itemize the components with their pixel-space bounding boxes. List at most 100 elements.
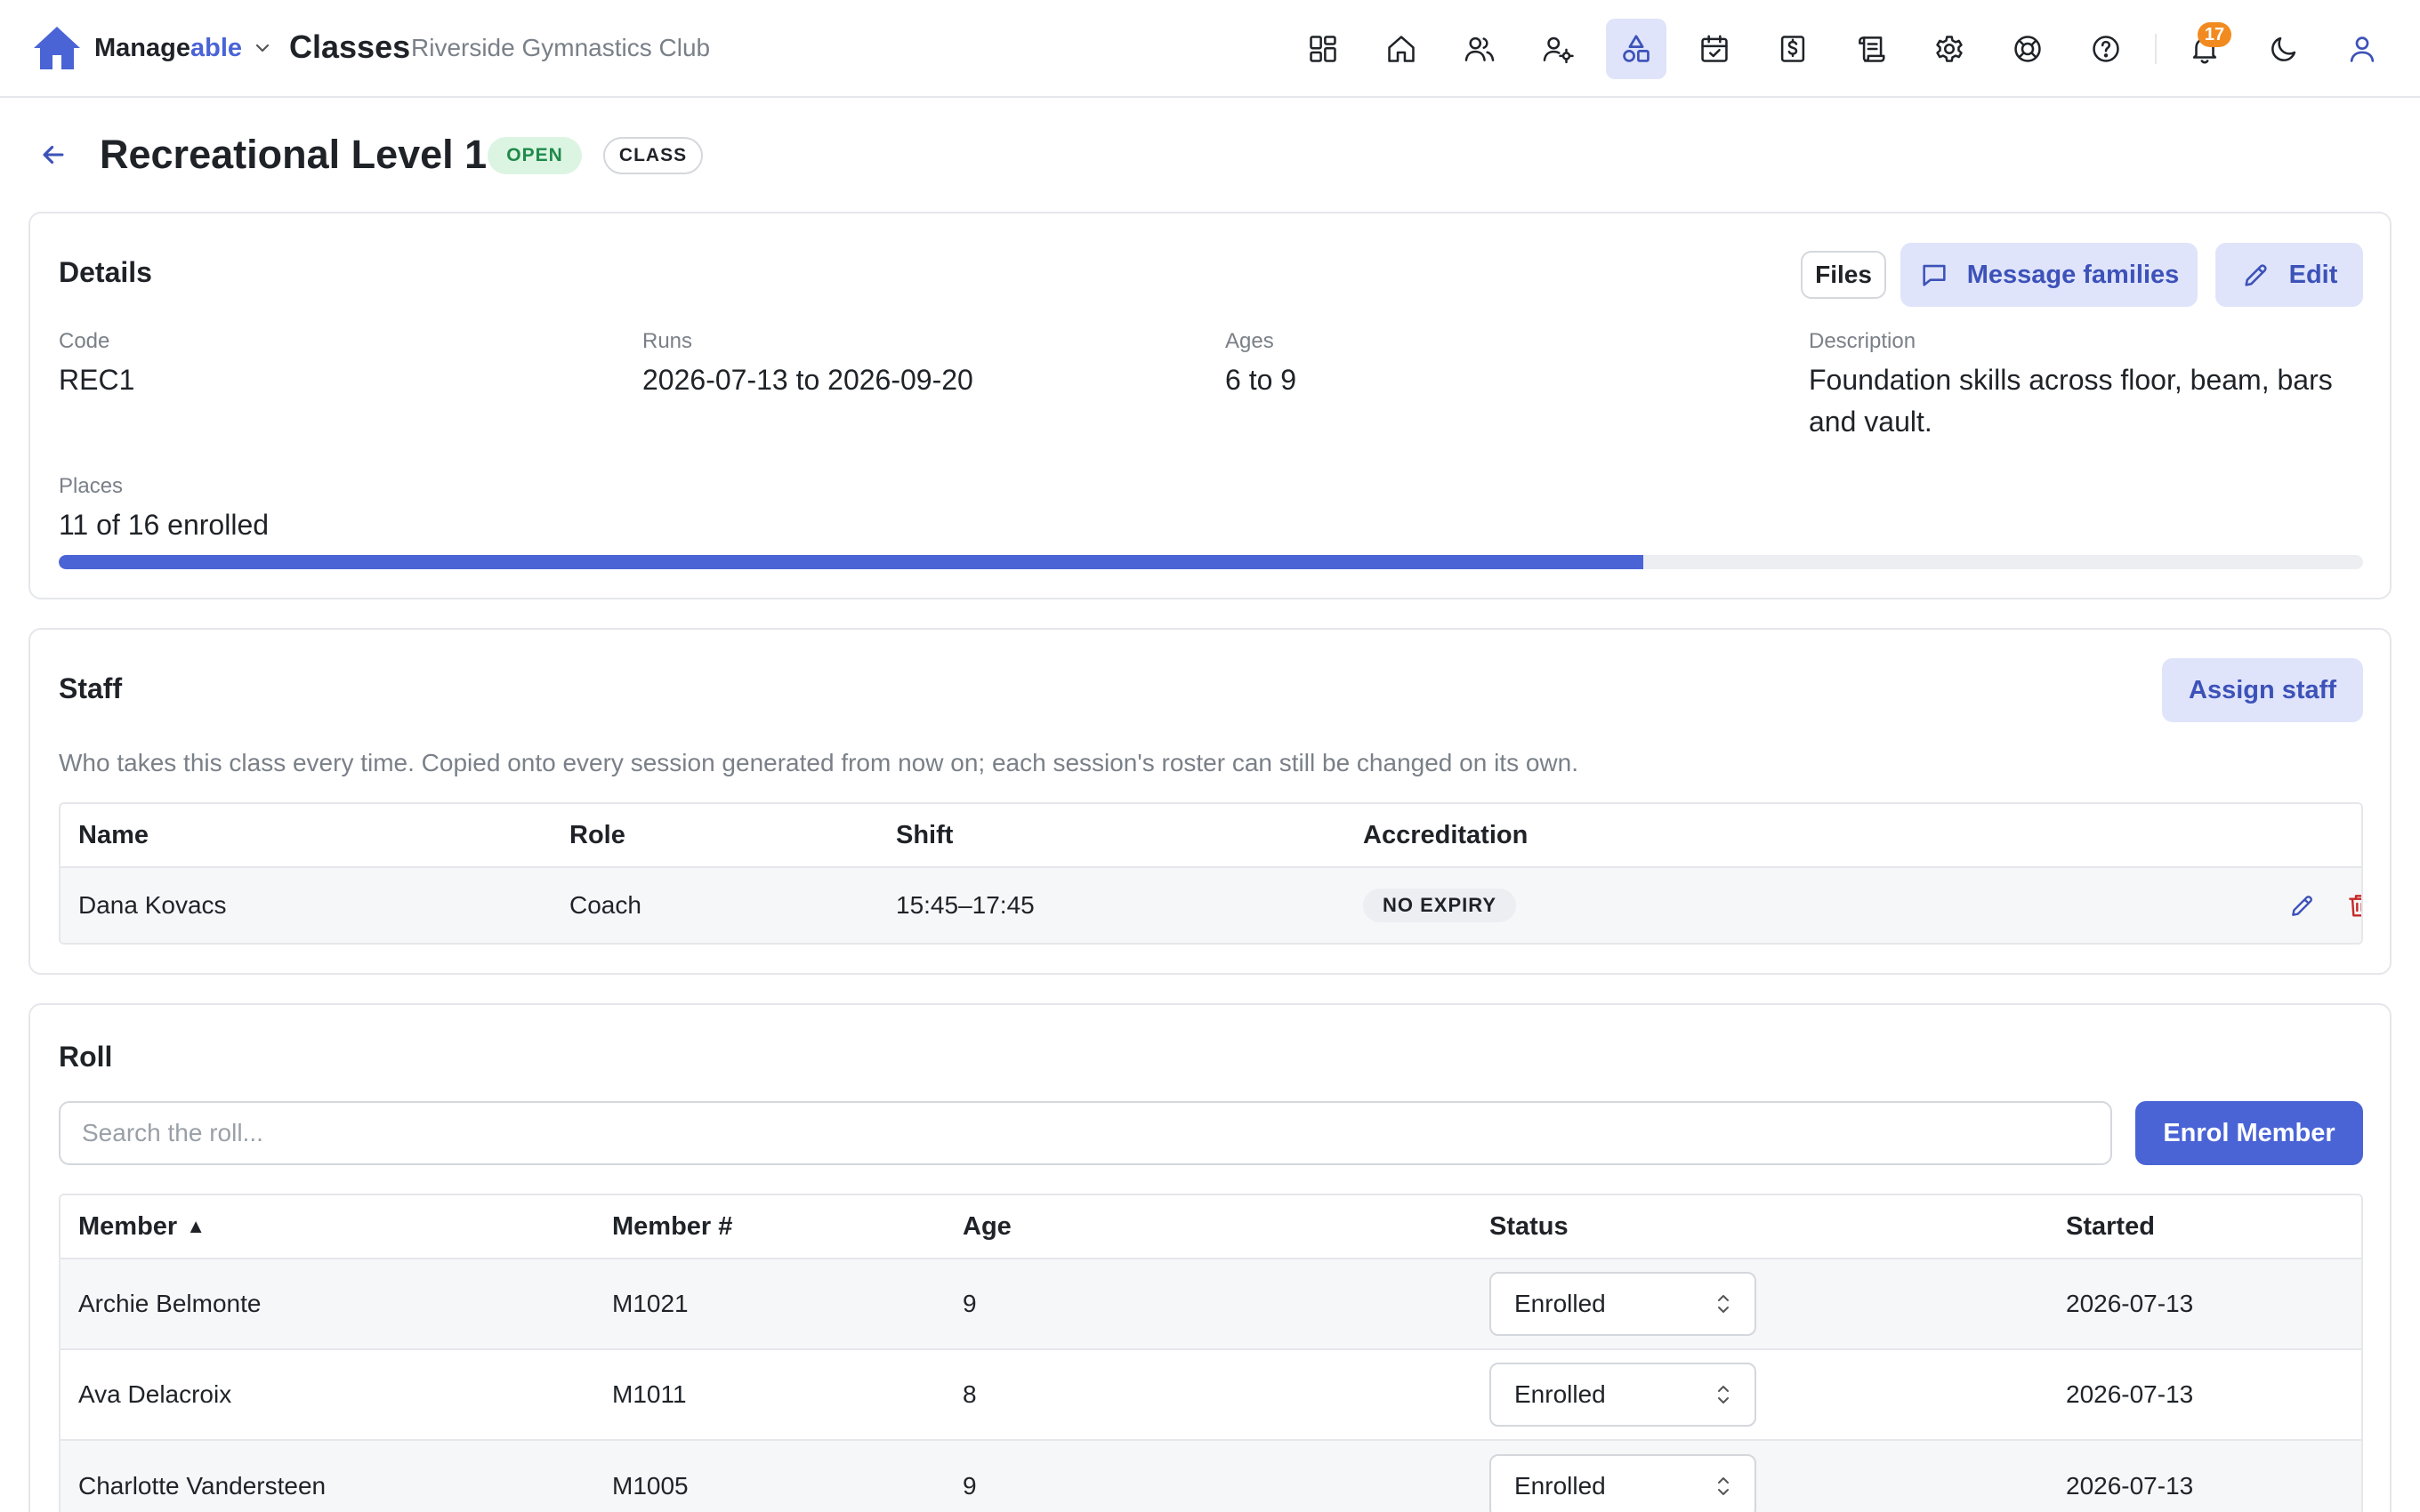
chevron-up-down-icon [1718, 1477, 1729, 1495]
message-families-button[interactable]: Message families [1900, 243, 2198, 307]
ages-value: 6 to 9 [1225, 364, 1297, 396]
column-header-member-number[interactable]: Member # [612, 1195, 732, 1258]
description-label: Description [1809, 329, 1916, 353]
profile-icon [2350, 36, 2375, 62]
support-icon [2014, 36, 2041, 62]
trash-icon [2349, 895, 2361, 917]
staff-card: Staff Assign staff Who takes this class … [28, 628, 2392, 975]
page-title: Classes [289, 28, 411, 65]
classes-icon [1623, 35, 1650, 62]
pencil-icon [2245, 264, 2267, 286]
column-header-name: Name [78, 820, 149, 849]
accreditation-cell: NO EXPIRY [1363, 868, 1516, 943]
nav-profile[interactable] [2332, 19, 2392, 79]
status-select[interactable]: Enrolled [1489, 1454, 1756, 1512]
status-cell: Enrolled [1489, 1259, 1756, 1348]
nav-settings[interactable] [1919, 19, 1980, 79]
places-label: Places [59, 474, 124, 498]
staff-name: Dana Kovacs [78, 891, 227, 919]
code-label: Code [59, 329, 110, 353]
settings-icon [1936, 36, 1963, 62]
staff-role: Coach [569, 891, 641, 919]
nav-records[interactable] [1841, 19, 1901, 79]
column-header-shift: Shift [896, 820, 954, 849]
nav-billing[interactable] [1763, 19, 1823, 79]
column-header-member-label: Member [78, 1211, 178, 1241]
roll-heading: Roll [59, 1041, 113, 1073]
member-name: Charlotte Vandersteen [78, 1472, 327, 1500]
member-number: M1011 [612, 1380, 687, 1408]
status-select[interactable]: Enrolled [1489, 1363, 1756, 1427]
nav-divider [2155, 34, 2157, 64]
column-header-status[interactable]: Status [1489, 1195, 1569, 1258]
status-cell: Enrolled [1489, 1350, 1756, 1439]
details-card: Details Files Message families Edit Code… [28, 212, 2392, 599]
places-value: 11 of 16 enrolled [59, 509, 270, 541]
nav-notifications[interactable]: 17 [2174, 19, 2235, 79]
nav-dashboard[interactable] [1293, 19, 1353, 79]
chevron-up-down-icon [1718, 1295, 1729, 1313]
edit-class-button[interactable]: Edit [2215, 243, 2363, 307]
nav-calendar[interactable] [1684, 19, 1745, 79]
status-value: Enrolled [1514, 1380, 1606, 1408]
status-badge: OPEN [488, 137, 582, 174]
home-logo-icon [34, 27, 80, 69]
column-header-member[interactable]: Member ▲ [78, 1195, 206, 1258]
roll-table: Member ▲ Member # Age Status Started Arc… [59, 1194, 2363, 1512]
top-bar: Manageable Classes Riverside Gymnastics … [0, 0, 2420, 98]
runs-label: Runs [642, 329, 693, 353]
calendar-check-icon [1701, 35, 1728, 62]
column-header-role: Role [569, 820, 625, 849]
started-date: 2026-07-13 [2066, 1380, 2194, 1408]
assign-staff-button[interactable]: Assign staff [2162, 658, 2363, 722]
places-progress-bar [59, 555, 2363, 569]
message-icon [1923, 264, 1946, 286]
help-icon [2093, 36, 2119, 62]
status-select[interactable]: Enrolled [1489, 1272, 1756, 1336]
brand-name: Manageable [94, 33, 243, 62]
remove-staff-button[interactable] [2342, 888, 2361, 923]
column-header-started[interactable]: Started [2066, 1195, 2155, 1258]
member-age: 9 [963, 1290, 977, 1317]
details-heading: Details [59, 256, 152, 288]
arrow-left-icon [43, 145, 64, 165]
nav-staff[interactable] [1528, 19, 1588, 79]
staff-table: Name Role Shift Accreditation Dana Kovac… [59, 802, 2363, 945]
notification-count-badge: 17 [2198, 22, 2231, 47]
accreditation-badge: NO EXPIRY [1363, 889, 1516, 922]
organization-name: Riverside Gymnastics Club [411, 34, 711, 61]
enrol-member-button[interactable]: Enrol Member [2135, 1101, 2363, 1165]
table-row: Ava Delacroix M1011 8 Enrolled 2026-07-1… [60, 1350, 2361, 1441]
table-row: Archie Belmonte M1021 9 Enrolled 2026-07… [60, 1259, 2361, 1350]
brand-switcher[interactable]: Manageable [32, 23, 272, 73]
column-header-accreditation: Accreditation [1363, 820, 1529, 849]
edit-staff-button[interactable] [2285, 888, 2320, 923]
nav-support[interactable] [1997, 19, 2058, 79]
moon-icon [2271, 36, 2296, 61]
places-progress-fill [59, 555, 1643, 569]
member-age: 9 [963, 1472, 977, 1500]
edit-label: Edit [2288, 260, 2338, 289]
back-button[interactable] [36, 137, 71, 173]
nav-theme-toggle[interactable] [2254, 19, 2314, 79]
staff-shift: 15:45–17:45 [896, 891, 1035, 919]
chevron-up-down-icon [1718, 1386, 1729, 1403]
nav-home[interactable] [1371, 19, 1432, 79]
table-row: Charlotte Vandersteen M1005 9 Enrolled 2… [60, 1441, 2361, 1512]
nav-classes[interactable] [1606, 19, 1666, 79]
runs-value: 2026-07-13 to 2026-09-20 [642, 364, 973, 396]
message-families-label: Message families [1966, 260, 2180, 289]
nav-help[interactable] [2076, 19, 2136, 79]
nav-people[interactable] [1449, 19, 1510, 79]
table-row: Dana Kovacs Coach 15:45–17:45 NO EXPIRY [60, 868, 2361, 943]
roll-search-input[interactable] [59, 1101, 2112, 1165]
member-name: Archie Belmonte [78, 1290, 262, 1317]
column-header-age[interactable]: Age [963, 1195, 1012, 1258]
files-button[interactable]: Files [1801, 251, 1886, 299]
billing-icon [1780, 36, 1805, 62]
class-title: Recreational Level 1 [100, 132, 488, 177]
pencil-icon [2292, 896, 2312, 916]
chevron-down-icon [255, 44, 270, 52]
code-value: REC1 [59, 364, 135, 396]
started-date: 2026-07-13 [2066, 1472, 2194, 1500]
